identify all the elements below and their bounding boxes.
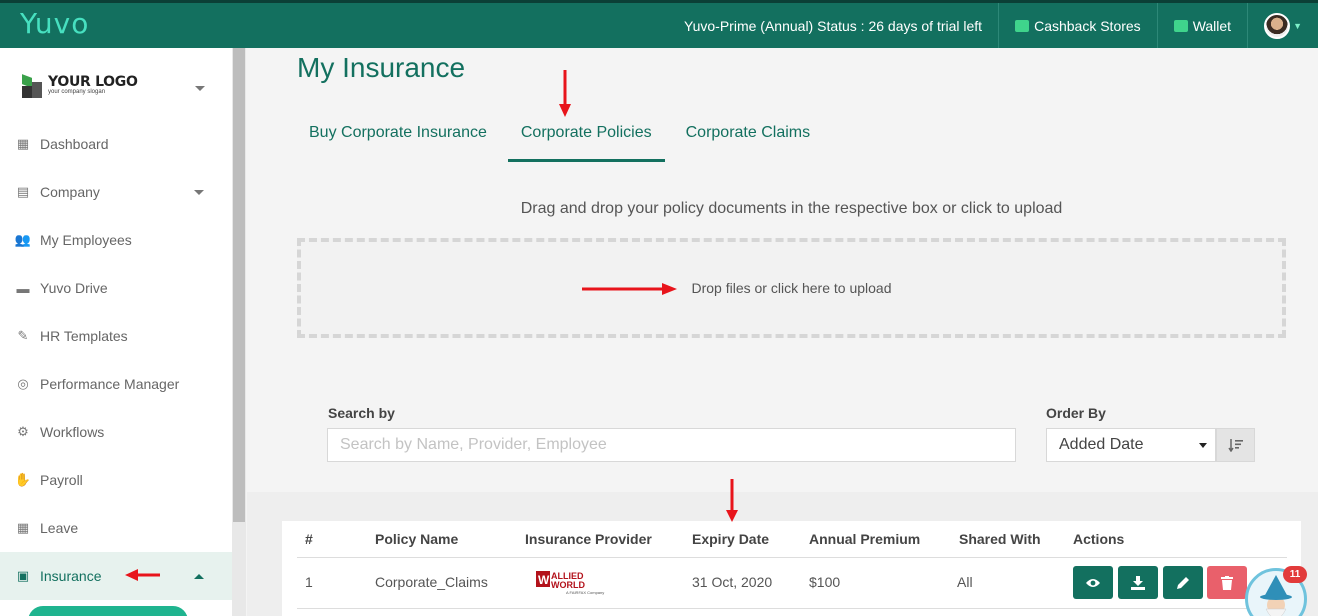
notification-badge: 11 [1283, 566, 1307, 583]
annotation-arrows [125, 70, 738, 581]
